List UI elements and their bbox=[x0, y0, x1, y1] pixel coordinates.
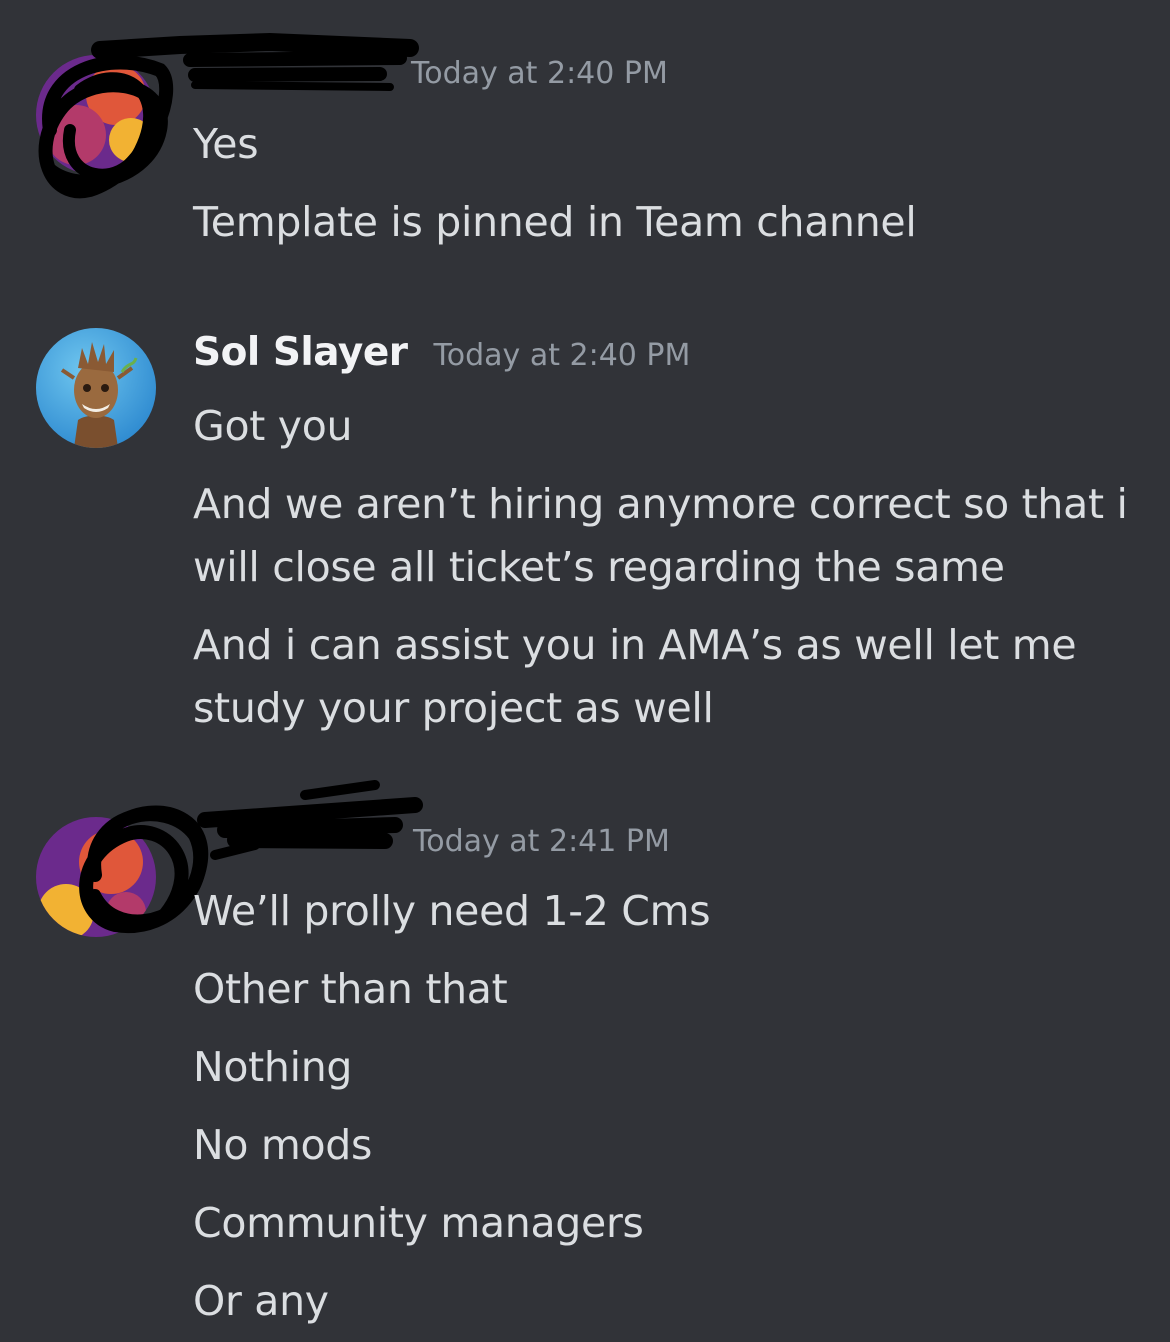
user-avatar[interactable] bbox=[36, 55, 156, 175]
timestamp[interactable]: Today at 2:40 PM bbox=[411, 56, 668, 91]
message-line: And we aren’t hiring anymore correct so … bbox=[193, 480, 1141, 591]
message-line: We’ll prolly need 1-2 Cms bbox=[193, 887, 711, 935]
message-line: Got you bbox=[193, 402, 353, 450]
message-line: Template is pinned in Team channel bbox=[193, 198, 917, 246]
message-line: No mods bbox=[193, 1121, 373, 1169]
username[interactable]: Sol Slayer bbox=[193, 330, 408, 375]
message-line: Or any bbox=[193, 1277, 329, 1325]
message-header: Sol Slayer Today at 2:40 PM bbox=[193, 330, 690, 390]
user-avatar[interactable] bbox=[36, 817, 156, 937]
groot-avatar-icon bbox=[36, 328, 156, 448]
timestamp[interactable]: Today at 2:40 PM bbox=[434, 338, 691, 373]
message-line: Yes bbox=[193, 120, 259, 168]
message-line: Nothing bbox=[193, 1043, 353, 1091]
message-line: Community managers bbox=[193, 1199, 644, 1247]
message-line: And i can assist you in AMA’s as well le… bbox=[193, 621, 1090, 732]
timestamp[interactable]: Today at 2:41 PM bbox=[413, 824, 670, 859]
message-line: Other than that bbox=[193, 965, 508, 1013]
user-avatar[interactable] bbox=[36, 328, 156, 448]
